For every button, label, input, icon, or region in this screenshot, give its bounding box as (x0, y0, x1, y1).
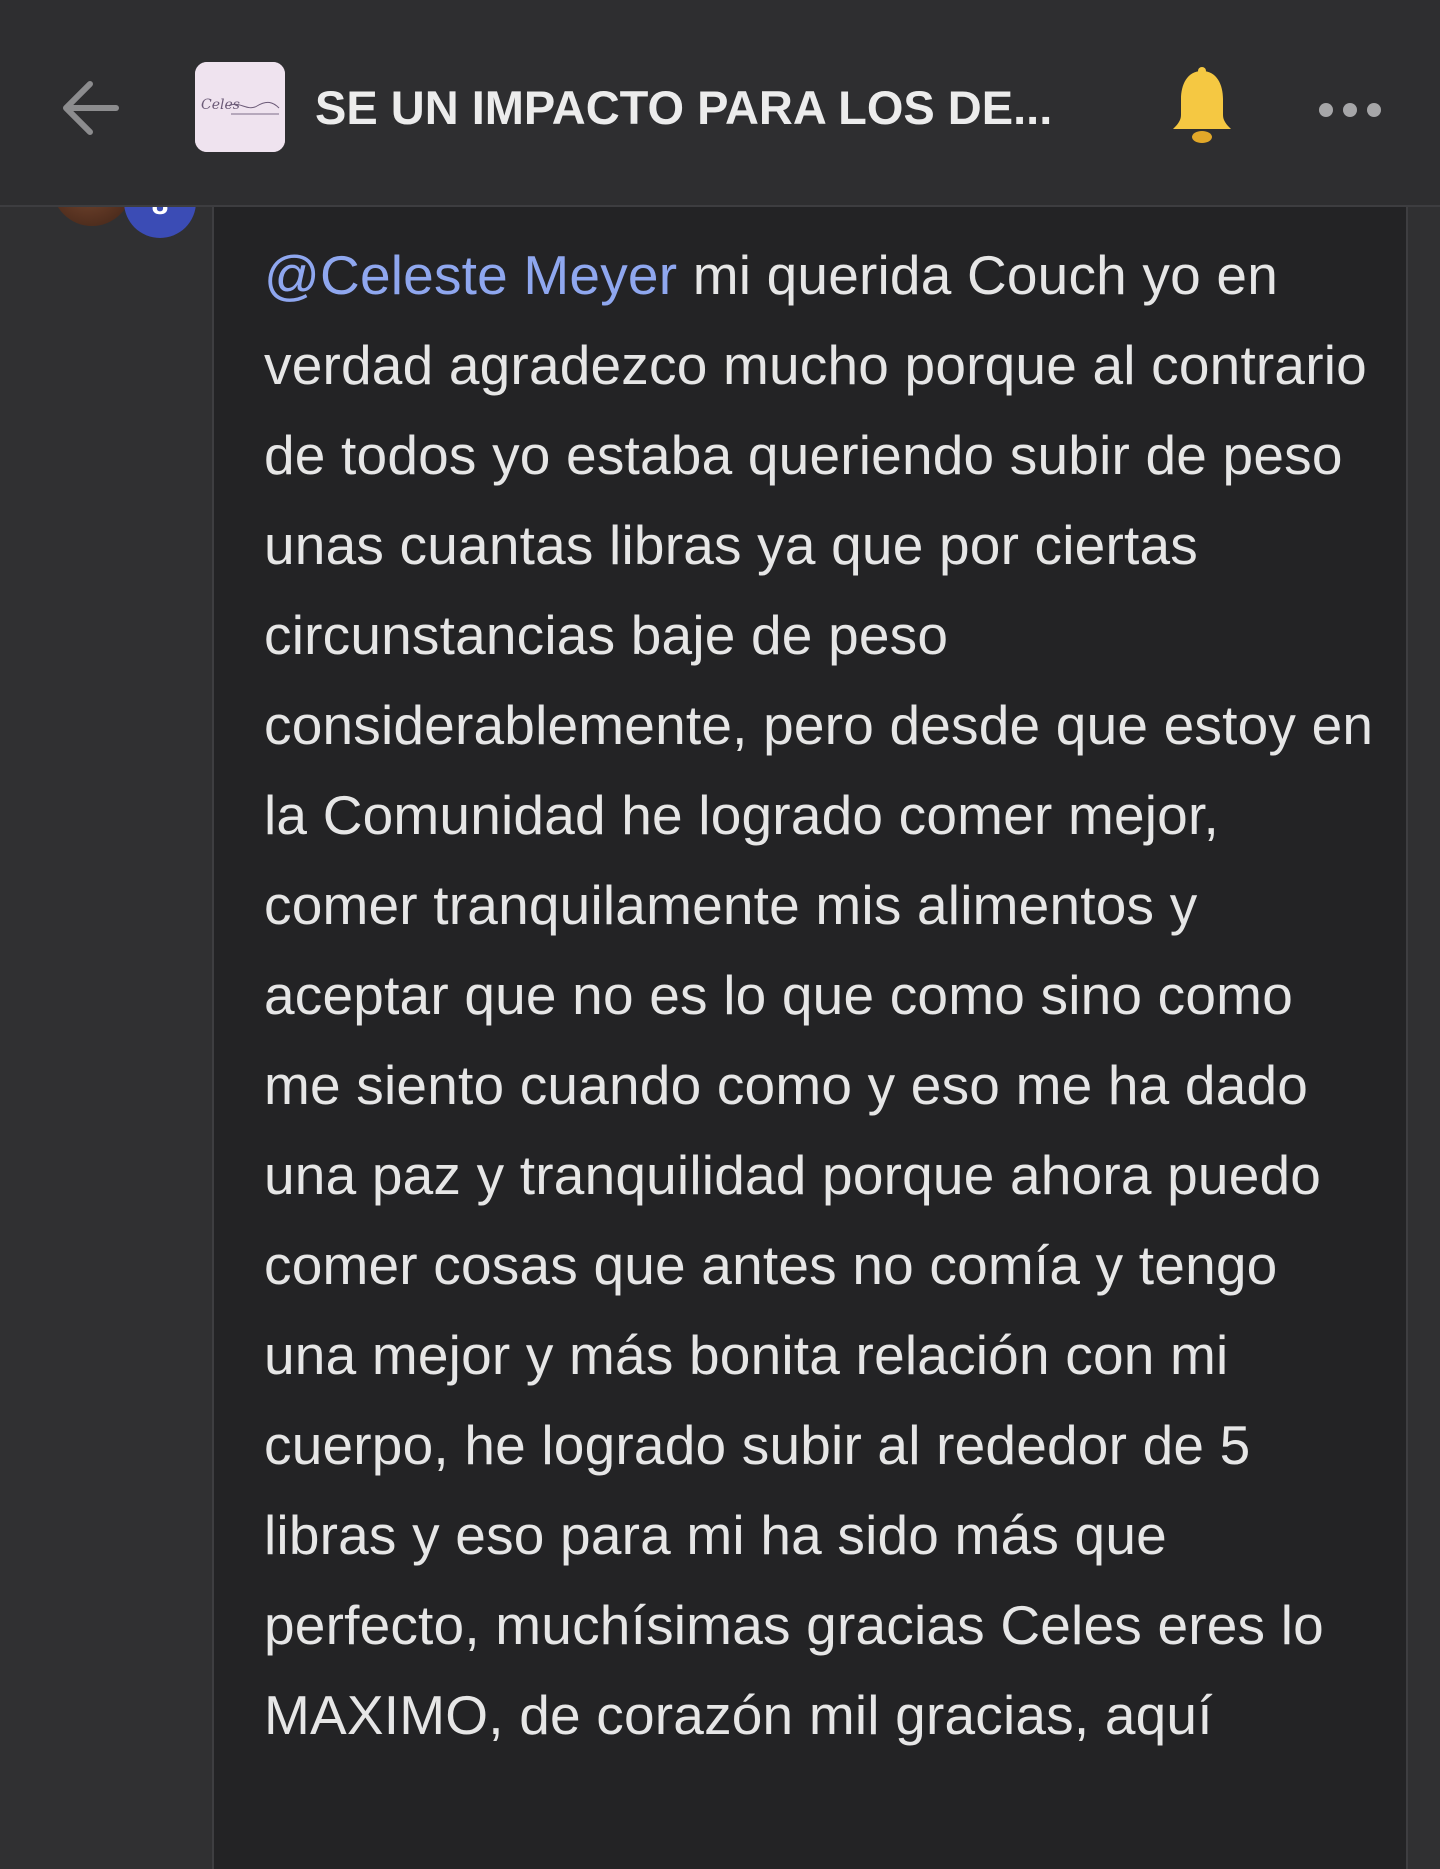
logo-script-text: Celes (201, 97, 240, 113)
top-app-bar: Celes SE UN IMPACTO PARA LOS DE... (0, 0, 1440, 207)
group-logo[interactable]: Celes (195, 62, 285, 152)
post-comment-screen: Celes SE UN IMPACTO PARA LOS DE... 8 (0, 0, 1440, 1869)
back-button[interactable] (50, 68, 130, 148)
comment-body: @Celeste Meyer mi querida Couch yo en ve… (264, 230, 1384, 1760)
arrow-left-icon (63, 81, 119, 135)
comment-text: mi querida Couch yo en verdad agradezco … (264, 244, 1374, 1746)
ellipsis-horizontal-icon (1319, 103, 1381, 117)
bell-icon (1173, 67, 1231, 143)
more-options-button[interactable] (1310, 70, 1390, 150)
notifications-button[interactable] (1162, 62, 1242, 152)
group-title: SE UN IMPACTO PARA LOS DE... (315, 81, 1053, 134)
group-logo-image: Celes (195, 62, 285, 152)
comment-card: @Celeste Meyer mi querida Couch yo en ve… (212, 205, 1408, 1869)
mention-link[interactable]: @Celeste Meyer (264, 244, 677, 306)
